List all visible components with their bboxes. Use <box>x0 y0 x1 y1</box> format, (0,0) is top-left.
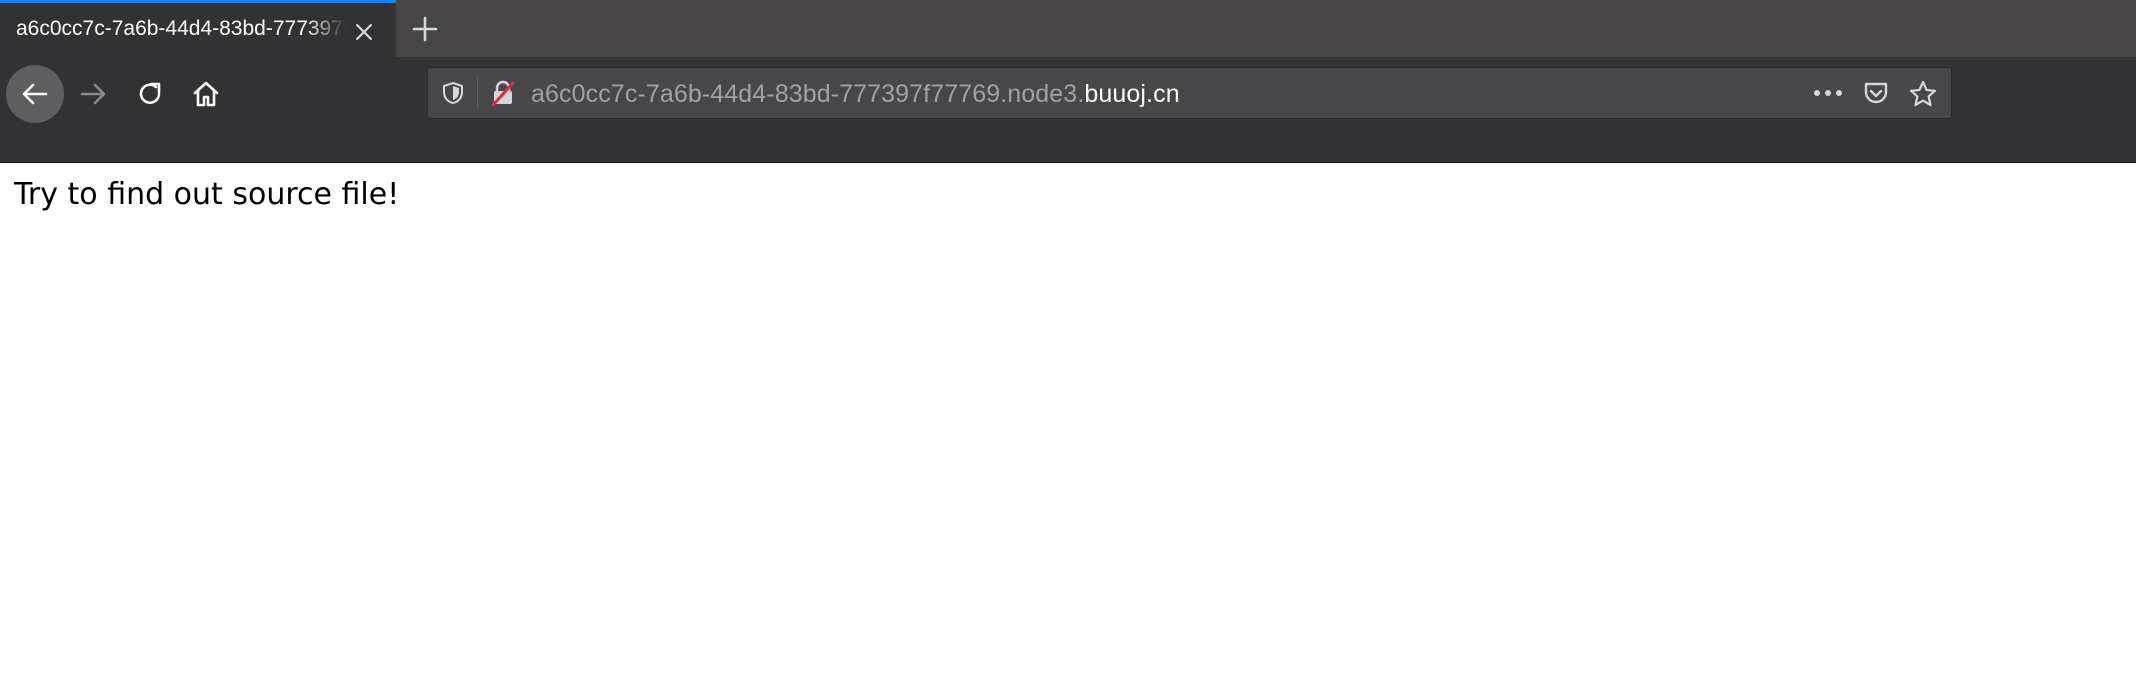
back-button[interactable] <box>6 65 64 123</box>
plus-icon[interactable] <box>410 14 440 44</box>
home-button[interactable] <box>177 65 235 123</box>
star-icon[interactable] <box>1908 79 1938 109</box>
shield-icon[interactable] <box>441 81 465 105</box>
url-domain: buuoj.cn <box>1084 80 1180 108</box>
url-text[interactable]: a6c0cc7c-7a6b-44d4-83bd-777397f77769.nod… <box>531 80 1180 109</box>
home-icon <box>193 81 219 107</box>
urlbar-separator <box>477 77 478 109</box>
close-icon[interactable] <box>352 20 376 44</box>
url-subdomain: a6c0cc7c-7a6b-44d4-83bd-777397f77769.nod… <box>531 80 1085 108</box>
address-bar[interactable]: a6c0cc7c-7a6b-44d4-83bd-777397f77769.nod… <box>427 67 1952 119</box>
insecure-lock-icon[interactable] <box>490 80 516 106</box>
back-arrow-icon <box>22 83 48 105</box>
tab-title: a6c0cc7c-7a6b-44d4-83bd-777397f77769.nod… <box>16 17 346 40</box>
browser-tab[interactable]: a6c0cc7c-7a6b-44d4-83bd-777397f77769.nod… <box>0 0 396 57</box>
pocket-icon[interactable] <box>1862 80 1890 108</box>
navigation-toolbar: a6c0cc7c-7a6b-44d4-83bd-777397f77769.nod… <box>0 57 2136 163</box>
tab-strip: a6c0cc7c-7a6b-44d4-83bd-777397f77769.nod… <box>0 0 2136 57</box>
page-content: Try to find out source file! <box>0 163 2136 685</box>
forward-arrow-icon <box>80 83 106 105</box>
more-dots-icon[interactable] <box>1811 80 1845 106</box>
page-message: Try to find out source file! <box>14 177 400 212</box>
forward-button[interactable] <box>64 65 122 123</box>
reload-button[interactable] <box>121 65 179 123</box>
reload-icon <box>139 82 161 104</box>
